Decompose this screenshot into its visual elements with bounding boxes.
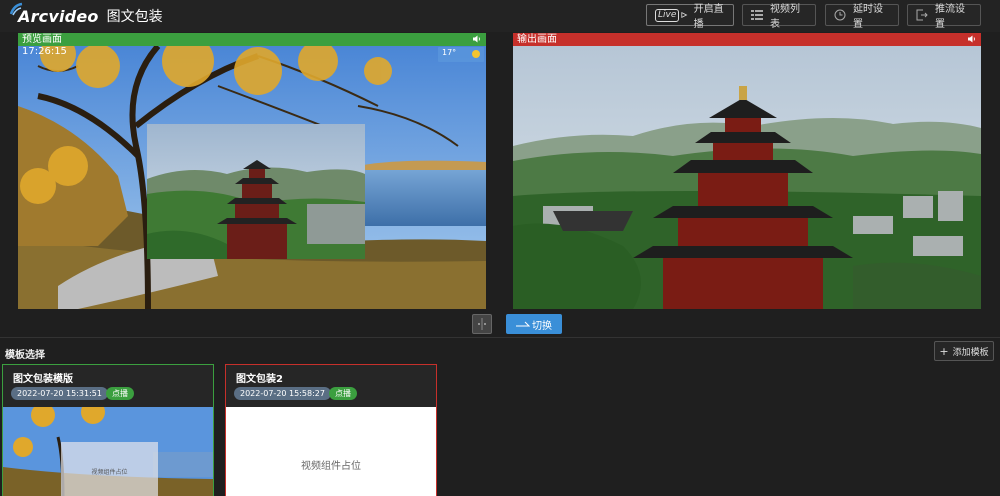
template-name: 图文包装模版 bbox=[13, 374, 73, 385]
camera-icon bbox=[681, 12, 688, 18]
clock-icon bbox=[834, 8, 847, 22]
arcvideo-logo-icon bbox=[9, 2, 23, 16]
output-label: 输出画面 bbox=[513, 33, 981, 46]
template-card[interactable]: 图文包装2 2022-07-20 15:58:27 点播 视频组件占位 bbox=[225, 364, 437, 496]
template-section-header: 模板选择 bbox=[0, 337, 1000, 361]
video-list-button[interactable]: 视频列表 bbox=[742, 4, 816, 30]
logo-text: Arcvideo bbox=[18, 6, 99, 26]
start-live-button[interactable]: Live 开启直播 bbox=[646, 4, 734, 30]
preview-panel: 预览画面 17:26:15 17° bbox=[18, 33, 486, 309]
placeholder-label: 视频组件占位 bbox=[91, 469, 128, 476]
lake-scene-image bbox=[18, 46, 486, 309]
transition-toggle[interactable] bbox=[472, 314, 492, 334]
overlay-weather-widget: 17° bbox=[438, 47, 484, 62]
volume-icon[interactable] bbox=[472, 34, 482, 44]
pagoda-scene-image bbox=[513, 46, 981, 309]
split-icon bbox=[478, 318, 486, 330]
video-component-placeholder: 视频组件占位 bbox=[61, 442, 158, 496]
switch-button[interactable]: 切换 bbox=[506, 314, 562, 334]
export-icon bbox=[916, 8, 929, 22]
add-template-button[interactable]: + 添加模板 bbox=[934, 341, 994, 361]
sun-icon bbox=[472, 50, 480, 58]
start-live-label: 开启直播 bbox=[693, 4, 724, 30]
template-tag: 点播 bbox=[329, 387, 357, 400]
volume-icon[interactable] bbox=[967, 34, 977, 44]
placeholder-label: 视频组件占位 bbox=[301, 461, 361, 472]
preview-label: 预览画面 bbox=[18, 33, 486, 46]
output-video bbox=[513, 46, 981, 309]
switch-label: 切换 bbox=[532, 320, 552, 332]
brand: Arcvideo 图文包装 bbox=[8, 2, 163, 30]
top-header: Arcvideo 图文包装 Live 开启直播 视频列表 延时设置 推流设置 bbox=[0, 0, 1000, 32]
weather-temp: 17° bbox=[442, 48, 457, 57]
template-card[interactable]: 图文包装模版 2022-07-20 15:31:51 点播 视频组件占位 bbox=[2, 364, 214, 496]
plus-icon: + bbox=[939, 344, 949, 358]
overlay-clock: 17:26:15 bbox=[22, 46, 67, 57]
template-timestamp: 2022-07-20 15:58:27 bbox=[234, 387, 331, 400]
template-thumbnail: 视频组件占位 bbox=[226, 407, 436, 496]
preview-video bbox=[18, 46, 486, 309]
video-list-label: 视频列表 bbox=[769, 4, 800, 30]
template-name: 图文包装2 bbox=[236, 374, 283, 385]
template-timestamp: 2022-07-20 15:31:51 bbox=[11, 387, 108, 400]
push-settings-label: 推流设置 bbox=[934, 4, 965, 30]
delay-settings-label: 延时设置 bbox=[852, 4, 883, 30]
page-title: 图文包装 bbox=[106, 9, 163, 25]
add-template-label: 添加模板 bbox=[952, 347, 989, 358]
push-settings-button[interactable]: 推流设置 bbox=[907, 4, 981, 30]
delay-settings-button[interactable]: 延时设置 bbox=[825, 4, 899, 30]
arrow-right-icon bbox=[516, 321, 530, 327]
template-tag: 点播 bbox=[106, 387, 134, 400]
template-section-title: 模板选择 bbox=[5, 350, 45, 361]
live-badge: Live bbox=[655, 8, 680, 22]
output-panel: 输出画面 bbox=[513, 33, 981, 309]
list-icon bbox=[751, 8, 764, 22]
template-thumbnail: 视频组件占位 bbox=[3, 407, 213, 496]
